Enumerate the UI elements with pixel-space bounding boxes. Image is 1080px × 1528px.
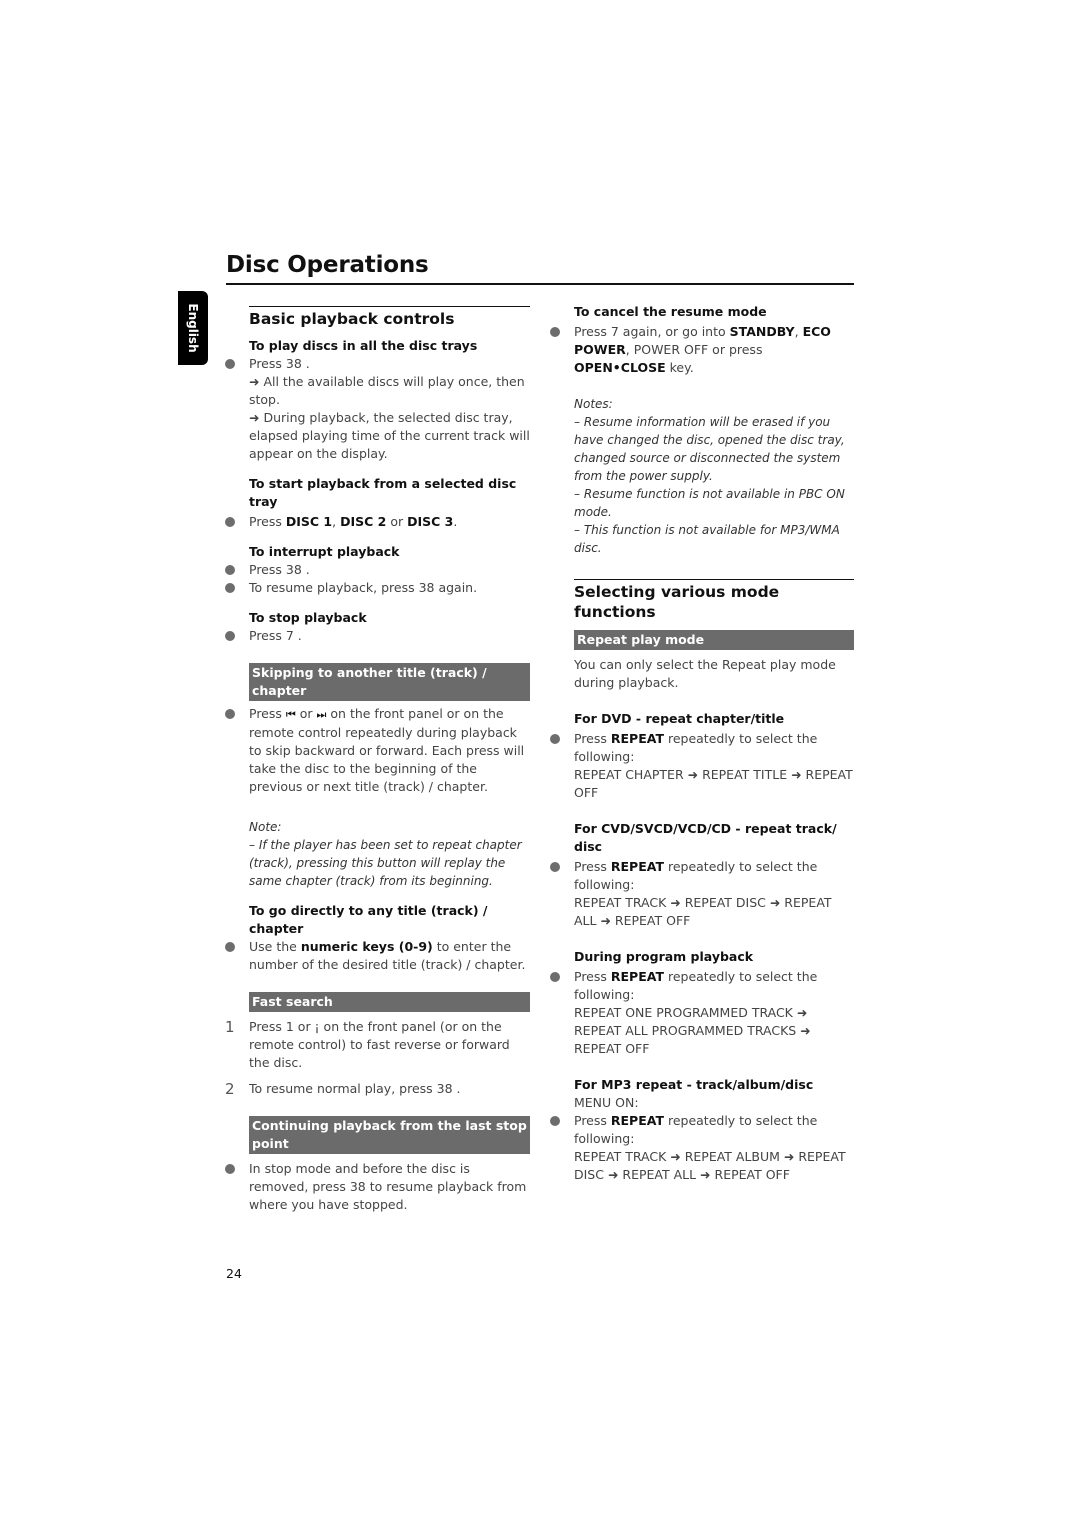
step-skipping: Press ⏮ or ⏭ on the front panel or on th… <box>225 705 530 796</box>
heading-mp3: For MP3 repeat - track/album/disc <box>574 1077 814 1092</box>
previous-track-icon: ⏮ <box>285 708 296 721</box>
heading-stop: To stop playback <box>249 610 367 625</box>
step-stop: Press 7 . <box>225 627 530 645</box>
left-column: Basic playback controls To play discs in… <box>225 306 530 1214</box>
bar-continuing: Continuing playback from the last stop p… <box>249 1116 530 1154</box>
mp3-menu: MENU ON: <box>574 1095 639 1110</box>
title-rule <box>226 283 854 285</box>
repeat-intro: You can only select the Repeat play mode… <box>574 657 836 690</box>
section-rule <box>249 306 530 307</box>
step-program: Press REPEAT repeatedly to select the fo… <box>550 968 854 1004</box>
result-play-all-2: ➜ During playback, the selected disc tra… <box>249 410 530 461</box>
sequence-program: REPEAT ONE PROGRAMMED TRACK ➜ REPEAT ALL… <box>574 1005 811 1056</box>
step-cancel-resume: Press 7 again, or go into STANDBY, ECO P… <box>550 323 854 377</box>
heading-interrupt: To interrupt playback <box>249 544 400 559</box>
heading-direct: To go directly to any title (track) / ch… <box>249 903 488 936</box>
bar-fast-search: Fast search <box>249 992 530 1012</box>
note-2: – Resume function is not available in PB… <box>574 487 845 519</box>
step-dvd: Press REPEAT repeatedly to select the fo… <box>550 730 854 766</box>
section-rule <box>574 579 854 580</box>
sequence-mp3: REPEAT TRACK ➜ REPEAT ALBUM ➜ REPEAT DIS… <box>574 1149 846 1182</box>
section-title-basic-playback: Basic playback controls <box>249 310 455 328</box>
bar-repeat: Repeat play mode <box>574 630 854 650</box>
notes-label: Notes: <box>574 397 613 411</box>
heading-program: During program playback <box>574 949 754 964</box>
right-column: To cancel the resume mode Press 7 again,… <box>550 303 854 1184</box>
step-fast-search-1: 1 Press 1 or ¡ on the front panel (or on … <box>225 1018 510 1070</box>
heading-play-all: To play discs in all the disc trays <box>249 338 478 353</box>
step-direct: Use the numeric keys (0-9) to enter the … <box>225 938 530 974</box>
note-1: – Resume information will be erased if y… <box>574 415 845 483</box>
step-play-selected: Press DISC 1, DISC 2 or DISC 3. <box>225 513 530 531</box>
step-continuing: In stop mode and before the disc is remo… <box>225 1160 530 1214</box>
page-title: Disc Operations <box>226 252 429 278</box>
result-play-all-1: ➜ All the available discs will play once… <box>249 374 525 407</box>
note-label: Note: <box>249 820 282 834</box>
section-title-mode-functions: Selecting various mode functions <box>574 583 780 621</box>
step-interrupt-1: Press 38 . <box>225 561 530 579</box>
step-fast-search-2: 2 To resume normal play, press 38 . <box>225 1080 461 1098</box>
step-cvd: Press REPEAT repeatedly to select the fo… <box>550 858 854 894</box>
heading-dvd: For DVD - repeat chapter/title <box>574 711 785 726</box>
language-tab: English <box>178 291 208 365</box>
bar-skipping: Skipping to another title (track) / chap… <box>249 663 530 701</box>
step-play-all: Press 38 . <box>225 355 530 373</box>
step-mp3: Press REPEAT repeatedly to select the fo… <box>550 1112 854 1148</box>
heading-play-selected: To start playback from a selected disc t… <box>249 476 517 509</box>
heading-cancel-resume: To cancel the resume mode <box>574 304 767 319</box>
sequence-dvd: REPEAT CHAPTER ➜ REPEAT TITLE ➜ REPEAT O… <box>574 767 853 800</box>
next-track-icon: ⏭ <box>316 708 327 721</box>
page-number: 24 <box>226 1266 242 1281</box>
step-interrupt-2: To resume playback, press 38 again. <box>225 579 530 597</box>
language-tab-label: English <box>186 303 200 353</box>
note-3: – This function is not available for MP3… <box>574 523 840 555</box>
sequence-cvd: REPEAT TRACK ➜ REPEAT DISC ➜ REPEAT ALL … <box>574 895 832 928</box>
note-skipping: – If the player has been set to repeat c… <box>249 838 522 888</box>
heading-cvd: For CVD/SVCD/VCD/CD - repeat track/ disc <box>574 821 837 854</box>
